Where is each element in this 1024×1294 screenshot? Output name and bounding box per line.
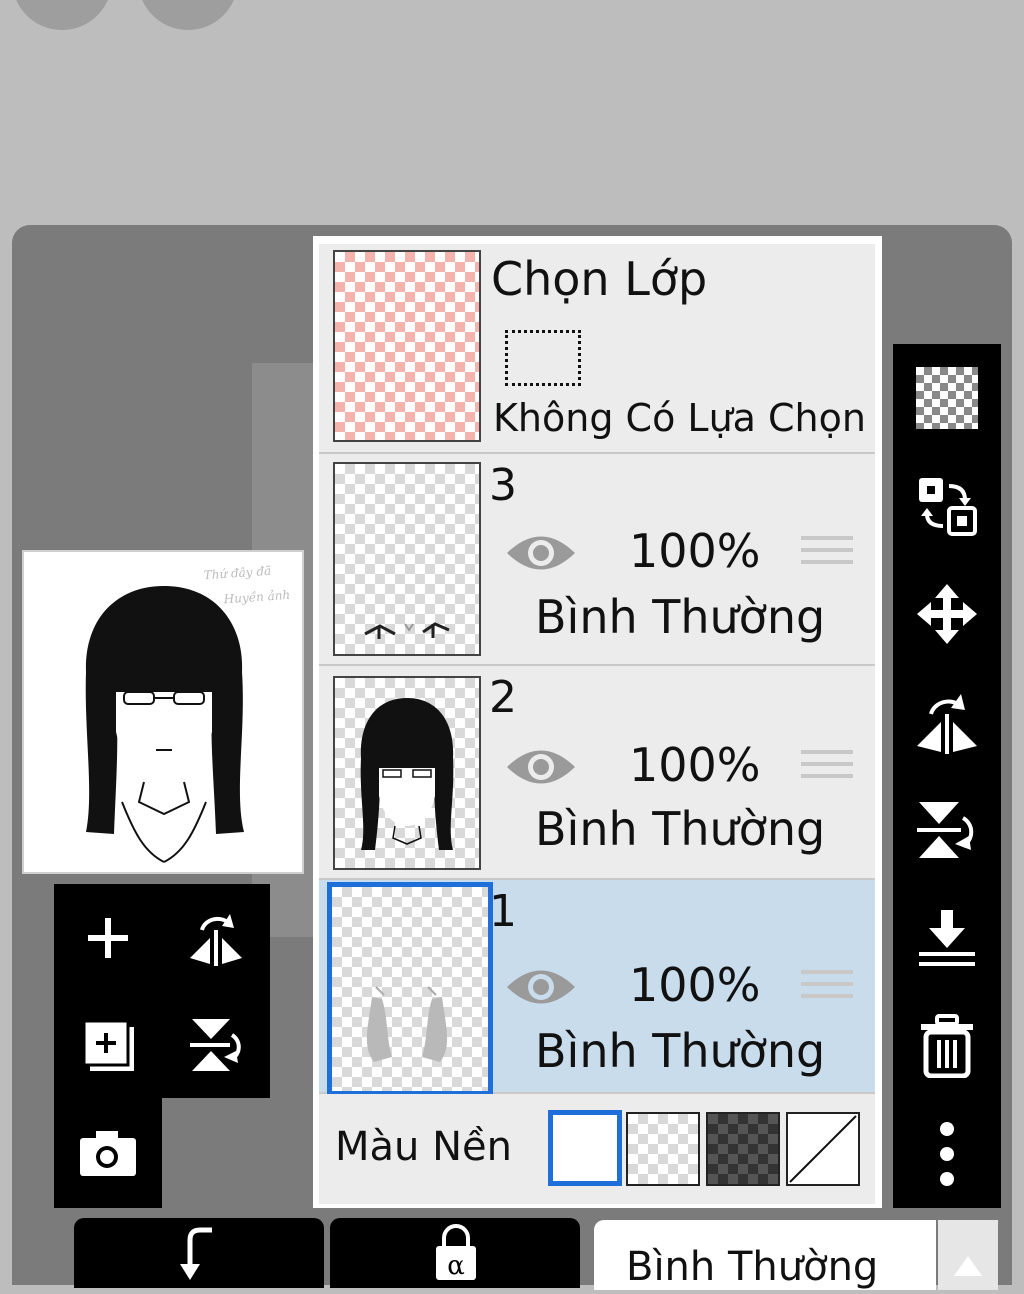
merge-down-button[interactable] (893, 884, 1001, 992)
selection-layer[interactable]: Chọn Lớp Không Có Lựa Chọn (319, 244, 875, 454)
import-photo-button[interactable] (54, 1098, 162, 1208)
background-label: Màu Nền (335, 1124, 512, 1170)
layer-row-selected[interactable]: 1 100% Bình Thường (319, 880, 875, 1096)
flip-horizontal-icon (190, 913, 242, 966)
selection-layer-title: Chọn Lớp (491, 252, 708, 306)
left-toolbar-bottom (54, 1098, 162, 1208)
clip-icon (180, 1227, 212, 1280)
flip-vertical-icon (190, 1018, 241, 1071)
add-layer-button[interactable] (54, 884, 162, 991)
layer-row[interactable]: 3 100% Bình Thường (319, 454, 875, 666)
layer-number: 3 (489, 460, 517, 511)
move-icon (917, 584, 977, 644)
background-none-swatch[interactable] (786, 1112, 860, 1186)
more-options-button[interactable] (893, 1100, 1001, 1208)
layer-number: 1 (489, 886, 517, 937)
transparency-icon (916, 367, 978, 429)
drag-handle-icon[interactable] (801, 970, 853, 1006)
right-toolbar (893, 344, 1001, 1208)
layer-opacity[interactable]: 100% (629, 524, 761, 578)
canvas-preview[interactable]: Thứ đây đã Huyền ảnh (22, 550, 304, 874)
svg-text:α: α (447, 1251, 465, 1281)
background-dark-checker-swatch[interactable] (706, 1112, 780, 1186)
background-white-swatch[interactable] (548, 1110, 622, 1186)
trash-icon (921, 1014, 973, 1078)
selection-layer-thumbnail (333, 250, 481, 442)
swap-layers-icon (919, 478, 977, 536)
add-layer-icon (88, 917, 128, 958)
layers-list: Chọn Lớp Không Có Lựa Chọn 3 100% Bình T… (313, 236, 882, 1208)
layer-blend-mode[interactable]: Bình Thường (535, 1024, 825, 1078)
eye-icon[interactable] (503, 962, 579, 1012)
layer-opacity[interactable]: 100% (629, 738, 761, 792)
layer-thumbnail (327, 882, 493, 1096)
merge-down-icon (919, 910, 975, 966)
top-button-left[interactable] (12, 0, 112, 30)
layer-thumbnail (333, 676, 481, 870)
layer-number: 2 (489, 672, 517, 723)
eye-icon[interactable] (503, 528, 579, 578)
duplicate-layer-button[interactable] (54, 991, 162, 1098)
layer-blend-mode[interactable]: Bình Thường (535, 590, 825, 644)
alpha-lock-button[interactable]: α (330, 1218, 580, 1288)
layer-row[interactable]: 2 100% Bình Thường (319, 666, 875, 880)
blend-mode-select-value: Bình Thường (626, 1244, 879, 1290)
flip-vertical-button[interactable] (893, 776, 1001, 884)
selection-marquee-icon (505, 330, 581, 386)
flip-vertical-left-button[interactable] (162, 991, 270, 1098)
add-layer-copy-icon (82, 1019, 134, 1071)
alpha-lock-icon: α (436, 1224, 476, 1281)
flip-horizontal-left-button[interactable] (162, 884, 270, 991)
selection-layer-status: Không Có Lựa Chọn (493, 396, 866, 440)
move-button[interactable] (893, 560, 1001, 668)
transparency-button[interactable] (893, 344, 1001, 452)
portrait-drawing: Thứ đây đã Huyền ảnh (85, 564, 291, 863)
top-button-right[interactable] (138, 0, 238, 30)
delete-layer-button[interactable] (893, 992, 1001, 1100)
left-toolbar (54, 884, 270, 1098)
more-icon (940, 1122, 954, 1186)
drag-handle-icon[interactable] (801, 750, 853, 786)
clip-button[interactable] (74, 1218, 324, 1288)
eye-icon[interactable] (503, 742, 579, 792)
background-transparent-swatch[interactable] (626, 1112, 700, 1186)
svg-text:Thứ đây đã: Thứ đây đã (203, 564, 271, 583)
flip-horizontal-icon (917, 694, 977, 754)
flip-vertical-icon (917, 802, 974, 858)
swap-layers-button[interactable] (893, 452, 1001, 560)
layer-thumbnail (333, 462, 481, 656)
drag-handle-icon[interactable] (801, 536, 853, 572)
svg-text:Huyền ảnh: Huyền ảnh (222, 587, 290, 607)
flip-horizontal-button[interactable] (893, 668, 1001, 776)
camera-icon (80, 1131, 136, 1176)
none-slash-icon (789, 1115, 857, 1183)
layer-opacity[interactable]: 100% (629, 958, 761, 1012)
layer-blend-mode[interactable]: Bình Thường (535, 802, 825, 856)
